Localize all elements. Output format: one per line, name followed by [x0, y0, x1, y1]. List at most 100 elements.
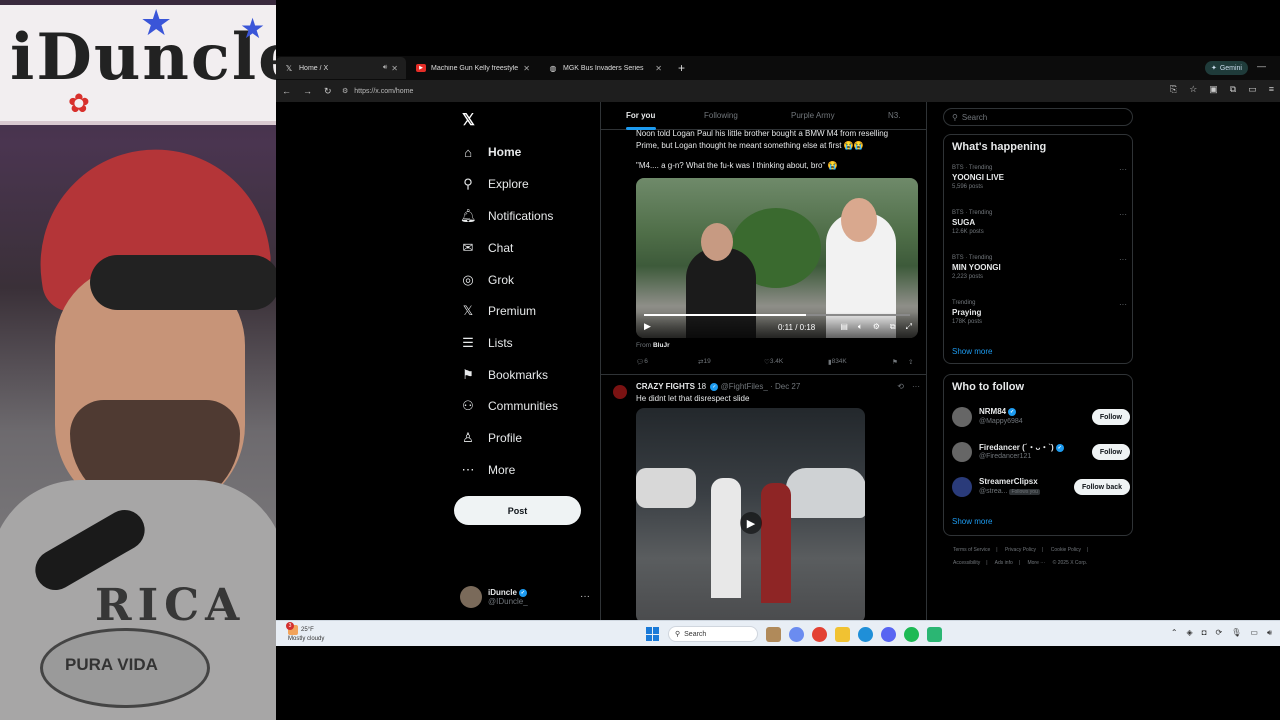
more-dots-icon[interactable]: ···	[1119, 255, 1127, 264]
menu-icon[interactable]: ≡	[1269, 84, 1274, 95]
show-more-link[interactable]: Show more	[952, 347, 992, 356]
widgets-app-icon[interactable]	[766, 626, 781, 642]
tab-mgk-bus[interactable]: ◍ MGK Bus Invaders Series ✕	[540, 57, 670, 79]
address-bar[interactable]: ⚙ https://x.com/home	[342, 83, 1122, 99]
share-icon[interactable]: ⇪	[908, 358, 913, 366]
follow-suggestion[interactable]: Firedancer (´・ᴗ・`) ✓ @Firedancer121 Follo…	[952, 439, 1130, 465]
tab-mgk-freestyle[interactable]: ▶ Machine Gun Kelly freestyle @ ✕	[408, 57, 538, 79]
tweet-video[interactable]: ▶	[636, 408, 865, 623]
volume-icon[interactable]: 🔊︎	[1267, 628, 1272, 638]
file-explorer-icon[interactable]	[835, 626, 850, 642]
volume-icon[interactable]: 🔈︎	[858, 322, 863, 332]
bookmark-star-icon[interactable]: ☆	[1189, 84, 1197, 95]
tab-n3[interactable]: N3.	[888, 111, 900, 120]
trend-item[interactable]: Trending Praying 178K posts ···	[952, 300, 1127, 325]
nav-communities[interactable]: ⚇ Communities	[460, 393, 558, 419]
trend-item[interactable]: BTS · Trending MIN YOONGI 2,223 posts ··…	[952, 255, 1127, 280]
follow-suggestion[interactable]: StreamerClipsx @strea... Follows you Fol…	[952, 474, 1130, 500]
captions-icon[interactable]: ▤	[840, 322, 848, 332]
views-button[interactable]: ▮ 834K	[828, 358, 847, 366]
trend-item[interactable]: BTS · Trending SUGA 12.6K posts ···	[952, 210, 1127, 235]
follow-button[interactable]: Follow	[1091, 409, 1130, 425]
edge-icon[interactable]	[858, 626, 873, 642]
close-tab-icon[interactable]: ✕	[655, 64, 662, 73]
more-dots-icon[interactable]: ···	[912, 382, 920, 391]
x-logo[interactable]: 𝕏	[462, 110, 475, 130]
network-icon[interactable]: ▭	[1250, 628, 1258, 638]
tab-purple-army[interactable]: Purple Army	[791, 111, 835, 120]
nav-notifications[interactable]: 🔔︎ Notifications	[460, 203, 553, 229]
footer-link[interactable]: Terms of Service	[953, 547, 990, 553]
reply-button[interactable]: 💬︎ 6	[636, 358, 648, 366]
new-tab-button[interactable]: +	[678, 61, 685, 75]
sidebar-icon[interactable]: ▣	[1209, 84, 1218, 95]
minimize-icon[interactable]: —	[1257, 61, 1266, 71]
more-dots-icon[interactable]: ···	[1119, 165, 1127, 174]
forward-icon[interactable]: →	[303, 86, 312, 96]
author-handle[interactable]: @FightFiles_	[721, 382, 768, 391]
nav-home[interactable]: ⌂ Home	[460, 139, 521, 165]
nav-premium[interactable]: 𝕏 Premium	[460, 298, 536, 324]
copilot-icon[interactable]	[789, 626, 804, 642]
nav-explore[interactable]: ⚲ Explore	[460, 171, 528, 197]
follow-button[interactable]: Follow	[1091, 444, 1130, 460]
nav-more[interactable]: ⋯ More	[460, 457, 516, 483]
like-button[interactable]: ♡ 3.4K	[764, 358, 783, 366]
close-tab-icon[interactable]: ✕	[523, 64, 530, 73]
discord-icon[interactable]	[881, 626, 896, 642]
repost-button[interactable]: ⇄ 19	[698, 358, 711, 366]
windows-start-icon[interactable]	[646, 627, 660, 641]
footer-link[interactable]: Ads info	[995, 560, 1013, 566]
account-switcher[interactable]: iDuncle ✓ @IDuncle_ ···	[460, 582, 590, 612]
chrome-icon[interactable]	[812, 626, 827, 642]
tray-app-icon[interactable]: ⟳	[1216, 628, 1223, 638]
gemini-button[interactable]: ✦ Gemini	[1204, 61, 1248, 75]
taskbar-search[interactable]: ⚲ Search	[668, 626, 758, 642]
tray-app-icon[interactable]: ◈	[1187, 628, 1193, 638]
split-icon[interactable]: ▭	[1248, 84, 1257, 95]
tab-home-x[interactable]: 𝕏 Home / X 🔊︎ ✕	[276, 57, 406, 79]
spotify-icon[interactable]	[904, 626, 919, 642]
from-name[interactable]: BluJr	[653, 342, 670, 349]
avatar[interactable]	[613, 385, 627, 399]
follow-suggestion[interactable]: NRM84 ✓ @Mappy6984 Follow	[952, 404, 1130, 430]
close-tab-icon[interactable]: ✕	[391, 64, 398, 73]
play-icon[interactable]: ▶	[740, 512, 762, 534]
play-icon[interactable]: ▶	[644, 321, 651, 332]
footer-link[interactable]: Privacy Policy	[1005, 547, 1036, 553]
footer-link[interactable]: More ···	[1027, 560, 1045, 566]
author-name[interactable]: CRAZY FIGHTS	[636, 382, 695, 391]
tweet-date[interactable]: Dec 27	[775, 382, 800, 391]
nav-bookmarks[interactable]: ⚑ Bookmarks	[460, 362, 548, 388]
more-dots-icon[interactable]: ···	[580, 591, 590, 602]
mic-icon[interactable]: 🎙︎	[1231, 628, 1241, 638]
footer-link[interactable]: Accessibility	[953, 560, 980, 566]
tab-for-you[interactable]: For you	[626, 111, 655, 120]
tweet-video[interactable]: ▶ 0:11 / 0:18 ▤ 🔈︎ ⚙ ⧉ ⤢	[636, 178, 918, 338]
more-dots-icon[interactable]: ···	[1119, 300, 1127, 309]
pip-icon[interactable]: ⧉	[890, 322, 896, 332]
follow-back-button[interactable]: Follow back	[1073, 479, 1130, 495]
show-more-link[interactable]: Show more	[952, 517, 992, 526]
back-icon[interactable]: ←	[282, 86, 291, 96]
grok-icon[interactable]: ⟲	[897, 382, 904, 391]
obs-app-icon[interactable]	[927, 626, 942, 642]
nav-grok[interactable]: ◎ Grok	[460, 267, 514, 293]
nav-chat[interactable]: ✉ Chat	[460, 235, 514, 261]
search-input[interactable]: ⚲ Search	[943, 108, 1133, 126]
bookmark-icon[interactable]: ⚑	[892, 358, 898, 366]
site-info-icon[interactable]: ⚙	[342, 87, 348, 95]
nav-lists[interactable]: ☰ Lists	[460, 330, 513, 356]
reload-icon[interactable]: ↻	[324, 86, 332, 97]
video-progress-bar[interactable]	[644, 314, 910, 316]
nav-profile[interactable]: ♙ Profile	[460, 425, 522, 451]
post-button[interactable]: Post	[454, 496, 581, 525]
speaker-icon[interactable]: 🔊︎	[383, 64, 387, 72]
footer-link[interactable]: Cookie Policy	[1051, 547, 1081, 553]
chevron-up-icon[interactable]: ⌃	[1171, 628, 1178, 638]
fullscreen-icon[interactable]: ⤢	[906, 322, 912, 332]
weather-widget[interactable]: 3 25°F Mostly cloudy	[286, 622, 324, 643]
trend-item[interactable]: BTS · Trending YOONGI LIVE 5,596 posts ·…	[952, 165, 1127, 190]
extensions-icon[interactable]: ⧉	[1230, 84, 1236, 95]
tab-following[interactable]: Following	[704, 111, 738, 120]
